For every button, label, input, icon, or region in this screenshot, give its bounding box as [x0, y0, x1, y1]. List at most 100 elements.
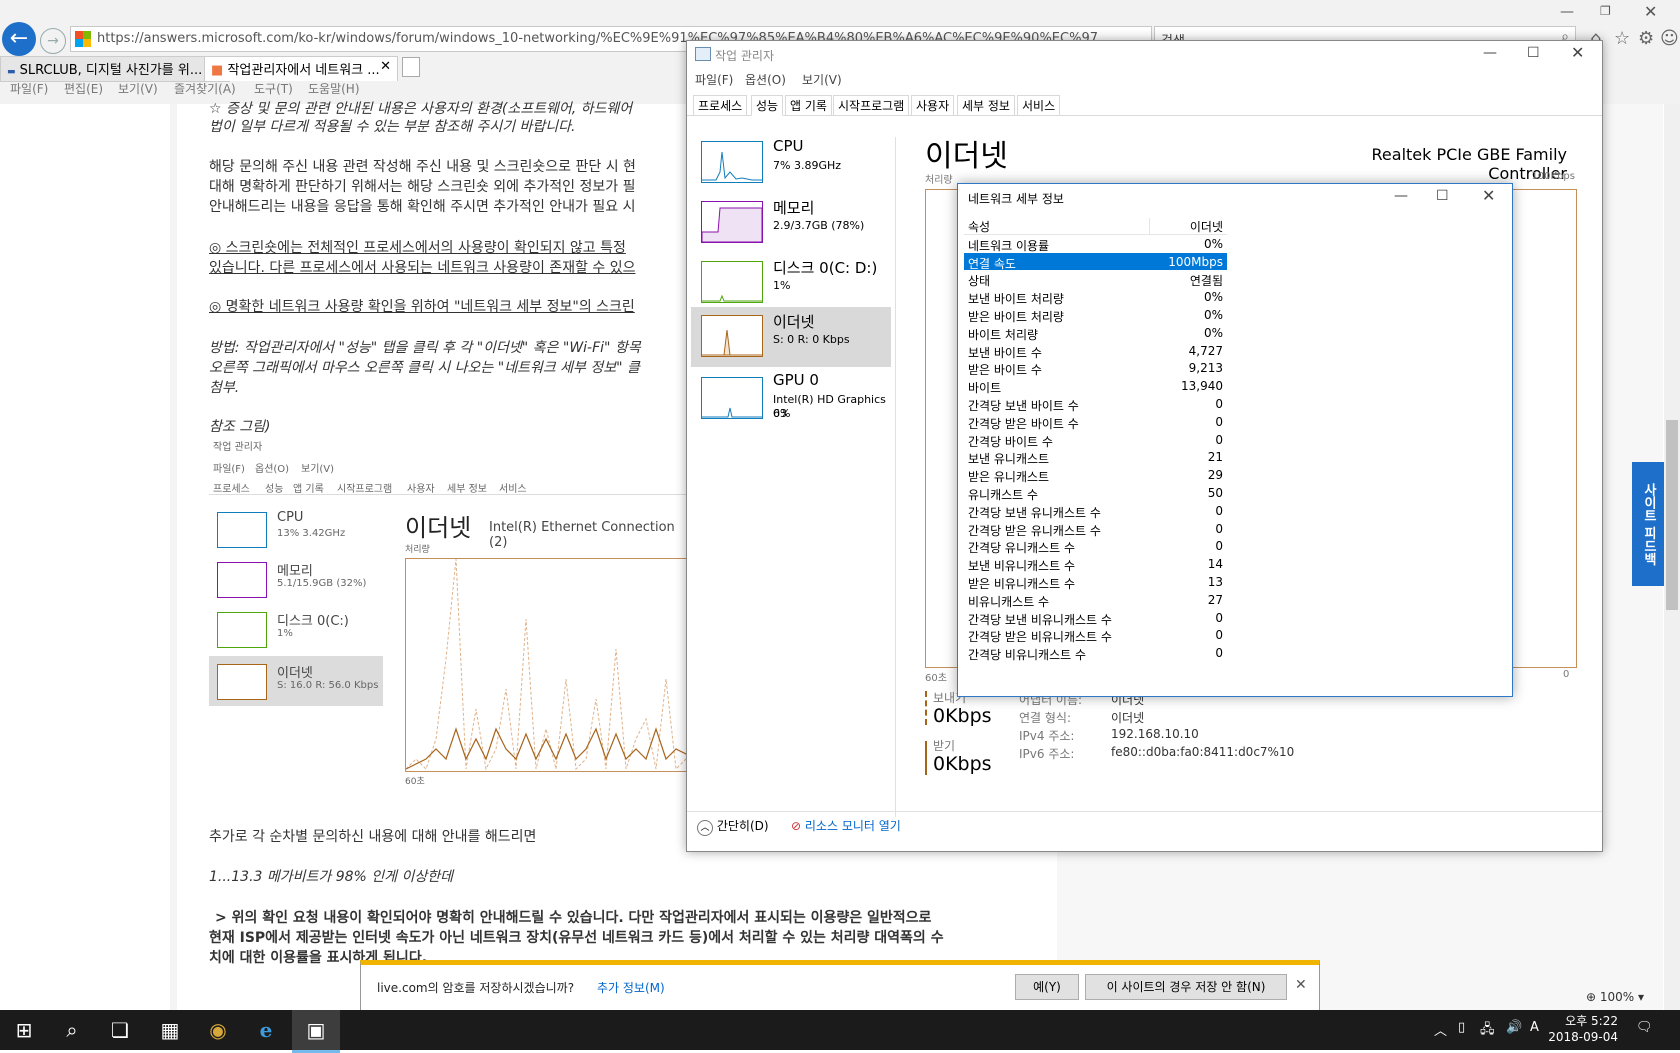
never-save-button[interactable]: 이 사이트의 경우 저장 안 함(N) [1085, 974, 1287, 1000]
save-yes-button[interactable]: 예(Y) [1015, 974, 1079, 1000]
table-row[interactable]: 유니캐스트 수 50 [964, 484, 1227, 502]
article-text: 대해 명확하게 판단하기 위해서는 해당 스크린숏 외에 추가적인 정보가 필 [209, 179, 636, 195]
fewer-details-button[interactable]: ︿ 간단히(D) [697, 817, 769, 836]
tray-chevron-icon[interactable]: ︿ [1434, 1020, 1447, 1039]
tab-app-history[interactable]: 앱 기록 [785, 95, 832, 115]
ie-minimize-icon[interactable]: — [1560, 4, 1574, 20]
table-row[interactable]: 받은 바이트 처리량 0% [964, 306, 1227, 324]
table-header[interactable]: 속성 이더넷 [964, 216, 1227, 235]
network-details-table[interactable]: 속성 이더넷 네트워크 이용률 0% 연결 속도 100Mbps 상태 연결됨 보낸 바이트… [964, 216, 1227, 662]
table-row[interactable]: 간격당 유니캐스트 수 0 [964, 537, 1227, 555]
new-tab-button[interactable] [402, 57, 420, 77]
zoom-level[interactable]: ⊕ 100% ▾ [1586, 990, 1644, 1004]
tray-device-icon[interactable]: ▯ [1458, 1020, 1465, 1035]
table-row[interactable]: 바이트 13,940 [964, 377, 1227, 395]
embedded-menu-options: 옵션(O) [255, 464, 290, 475]
favorites-star-icon[interactable]: ☆ [1614, 28, 1630, 49]
menu-help[interactable]: 도움말(H) [308, 80, 360, 97]
table-row[interactable]: 받은 유니캐스트 29 [964, 466, 1227, 484]
volume-icon[interactable]: 🔊 [1506, 1020, 1522, 1035]
network-icon[interactable]: 🖧 [1480, 1020, 1495, 1042]
resource-monitor-link[interactable]: ⊘ 리소스 모니터 열기 [791, 817, 901, 834]
start-windows-icon[interactable]: ⊞ [0, 1010, 48, 1050]
table-row[interactable]: 보낸 바이트 수 4,727 [964, 342, 1227, 360]
close-icon[interactable]: ✕ [1482, 186, 1495, 205]
table-row[interactable]: 받은 비유니캐스트 수 13 [964, 573, 1227, 591]
maximize-icon[interactable]: ☐ [1527, 45, 1540, 61]
scrollbar-thumb[interactable] [1666, 420, 1678, 610]
minimize-icon[interactable]: — [1483, 45, 1497, 61]
task-manager-taskbar-icon[interactable]: ▣ [292, 1010, 340, 1053]
tab-services[interactable]: 서비스 [1017, 95, 1061, 115]
table-row[interactable]: 간격당 비유니캐스트 수 0 [964, 644, 1227, 662]
table-row[interactable]: 상태 연결됨 [964, 270, 1227, 288]
ie-close-icon[interactable]: ✕ [1644, 2, 1657, 21]
sidebar-item-gpu[interactable]: GPU 0 Intel(R) HD Graphics 63 0% [691, 367, 891, 439]
table-row[interactable]: 연결 속도 100Mbps [964, 252, 1227, 271]
search-icon[interactable]: ⌕ [48, 1010, 96, 1050]
property-name: 보낸 비유니캐스트 수 [968, 559, 1075, 574]
table-row[interactable]: 간격당 보낸 바이트 수 0 [964, 395, 1227, 413]
property-name: 받은 바이트 수 [968, 363, 1042, 378]
table-row[interactable]: 간격당 보낸 유니캐스트 수 0 [964, 502, 1227, 520]
sidebar-item-sub: 0% [773, 407, 791, 420]
close-icon[interactable]: ✕ [1295, 977, 1307, 993]
menu-view[interactable]: 보기(V) [118, 80, 158, 97]
smiley-feedback-icon[interactable]: ☺ [1660, 28, 1679, 49]
tab-taskmgr-article[interactable]: ■ 작업관리자에서 네트워크 ... ✕ [204, 56, 398, 81]
site-feedback-button[interactable]: 사이트 피드백 [1632, 462, 1664, 586]
table-row[interactable]: 간격당 받은 바이트 수 0 [964, 413, 1227, 431]
window-title: 작업 관리자 [715, 49, 775, 63]
menu-favorites[interactable]: 즐겨찾기(A) [174, 80, 236, 97]
table-row[interactable]: 간격당 받은 비유니캐스트 수 0 [964, 626, 1227, 644]
back-button[interactable]: ← [2, 22, 36, 56]
table-row[interactable]: 간격당 받은 유니캐스트 수 0 [964, 520, 1227, 538]
system-clock[interactable]: 오후 5:22 2018-09-04 [1548, 1013, 1618, 1045]
more-info-link[interactable]: 추가 정보(M) [597, 979, 665, 996]
close-icon[interactable]: ✕ [1571, 43, 1584, 62]
task-view-icon[interactable]: ❏ [96, 1010, 144, 1050]
tab-startup[interactable]: 시작프로그램 [833, 95, 910, 115]
menu-file[interactable]: 파일(F) [10, 80, 48, 97]
table-row[interactable]: 보낸 비유니캐스트 수 14 [964, 555, 1227, 573]
table-row[interactable]: 보낸 바이트 처리량 0% [964, 288, 1227, 306]
menu-file[interactable]: 파일(F) [695, 71, 733, 88]
menu-edit[interactable]: 편집(E) [64, 80, 103, 97]
menu-view[interactable]: 보기(V) [802, 71, 842, 88]
property-name: 간격당 보낸 바이트 수 [968, 398, 1079, 413]
table-row[interactable]: 바이트 처리량 0% [964, 324, 1227, 342]
sidebar-item-ethernet[interactable]: 이더넷 S: 0 R: 0 Kbps [691, 307, 891, 367]
maximize-icon[interactable]: ☐ [1436, 188, 1449, 204]
menu-options[interactable]: 옵션(O) [745, 71, 786, 88]
table-row[interactable]: 받은 바이트 수 9,213 [964, 359, 1227, 377]
tab-users[interactable]: 사용자 [911, 95, 955, 115]
sidebar-item-cpu[interactable]: CPU 7% 3.89GHz [691, 133, 891, 191]
forward-button[interactable]: → [40, 28, 66, 54]
slr-favicon-icon: ▬ [7, 67, 16, 77]
internet-explorer-icon[interactable]: e [242, 1010, 290, 1050]
embedded-graph [405, 558, 697, 772]
tab-performance[interactable]: 성능 [751, 95, 784, 116]
calculator-icon[interactable]: ▦ [146, 1010, 194, 1050]
table-row[interactable]: 비유니캐스트 수 27 [964, 591, 1227, 609]
tab-close-icon[interactable]: ✕ [380, 59, 391, 74]
menu-tools[interactable]: 도구(T) [254, 80, 293, 97]
sidebar-item-disk[interactable]: 디스크 0(C: D:) 1% [691, 253, 891, 311]
ms-favicon-icon: ■ [211, 63, 224, 78]
table-row[interactable]: 네트워크 이용률 0% [964, 235, 1227, 253]
table-row[interactable]: 간격당 보낸 비유니캐스트 수 0 [964, 609, 1227, 627]
notifications-icon[interactable]: 🗨 [1636, 1020, 1653, 1035]
media-disc-icon[interactable]: ◉ [194, 1010, 242, 1050]
property-value: 0 [1215, 396, 1223, 411]
tab-details[interactable]: 세부 정보 [957, 95, 1015, 115]
article-text: 첨부. [209, 380, 240, 396]
tab-processes[interactable]: 프로세스 [693, 95, 748, 115]
tab-slrclub[interactable]: ▬ SLRCLUB, 디지털 사진가를 위... [0, 56, 230, 82]
minimize-icon[interactable]: — [1394, 188, 1408, 204]
table-row[interactable]: 간격당 바이트 수 0 [964, 431, 1227, 449]
settings-gear-icon[interactable]: ⚙ [1638, 28, 1654, 49]
ime-indicator[interactable]: A [1530, 1020, 1539, 1035]
ie-restore-icon[interactable]: ❐ [1600, 4, 1611, 18]
table-row[interactable]: 보낸 유니캐스트 21 [964, 448, 1227, 466]
sidebar-item-memory[interactable]: 메모리 2.9/3.7GB (78%) [691, 193, 891, 251]
